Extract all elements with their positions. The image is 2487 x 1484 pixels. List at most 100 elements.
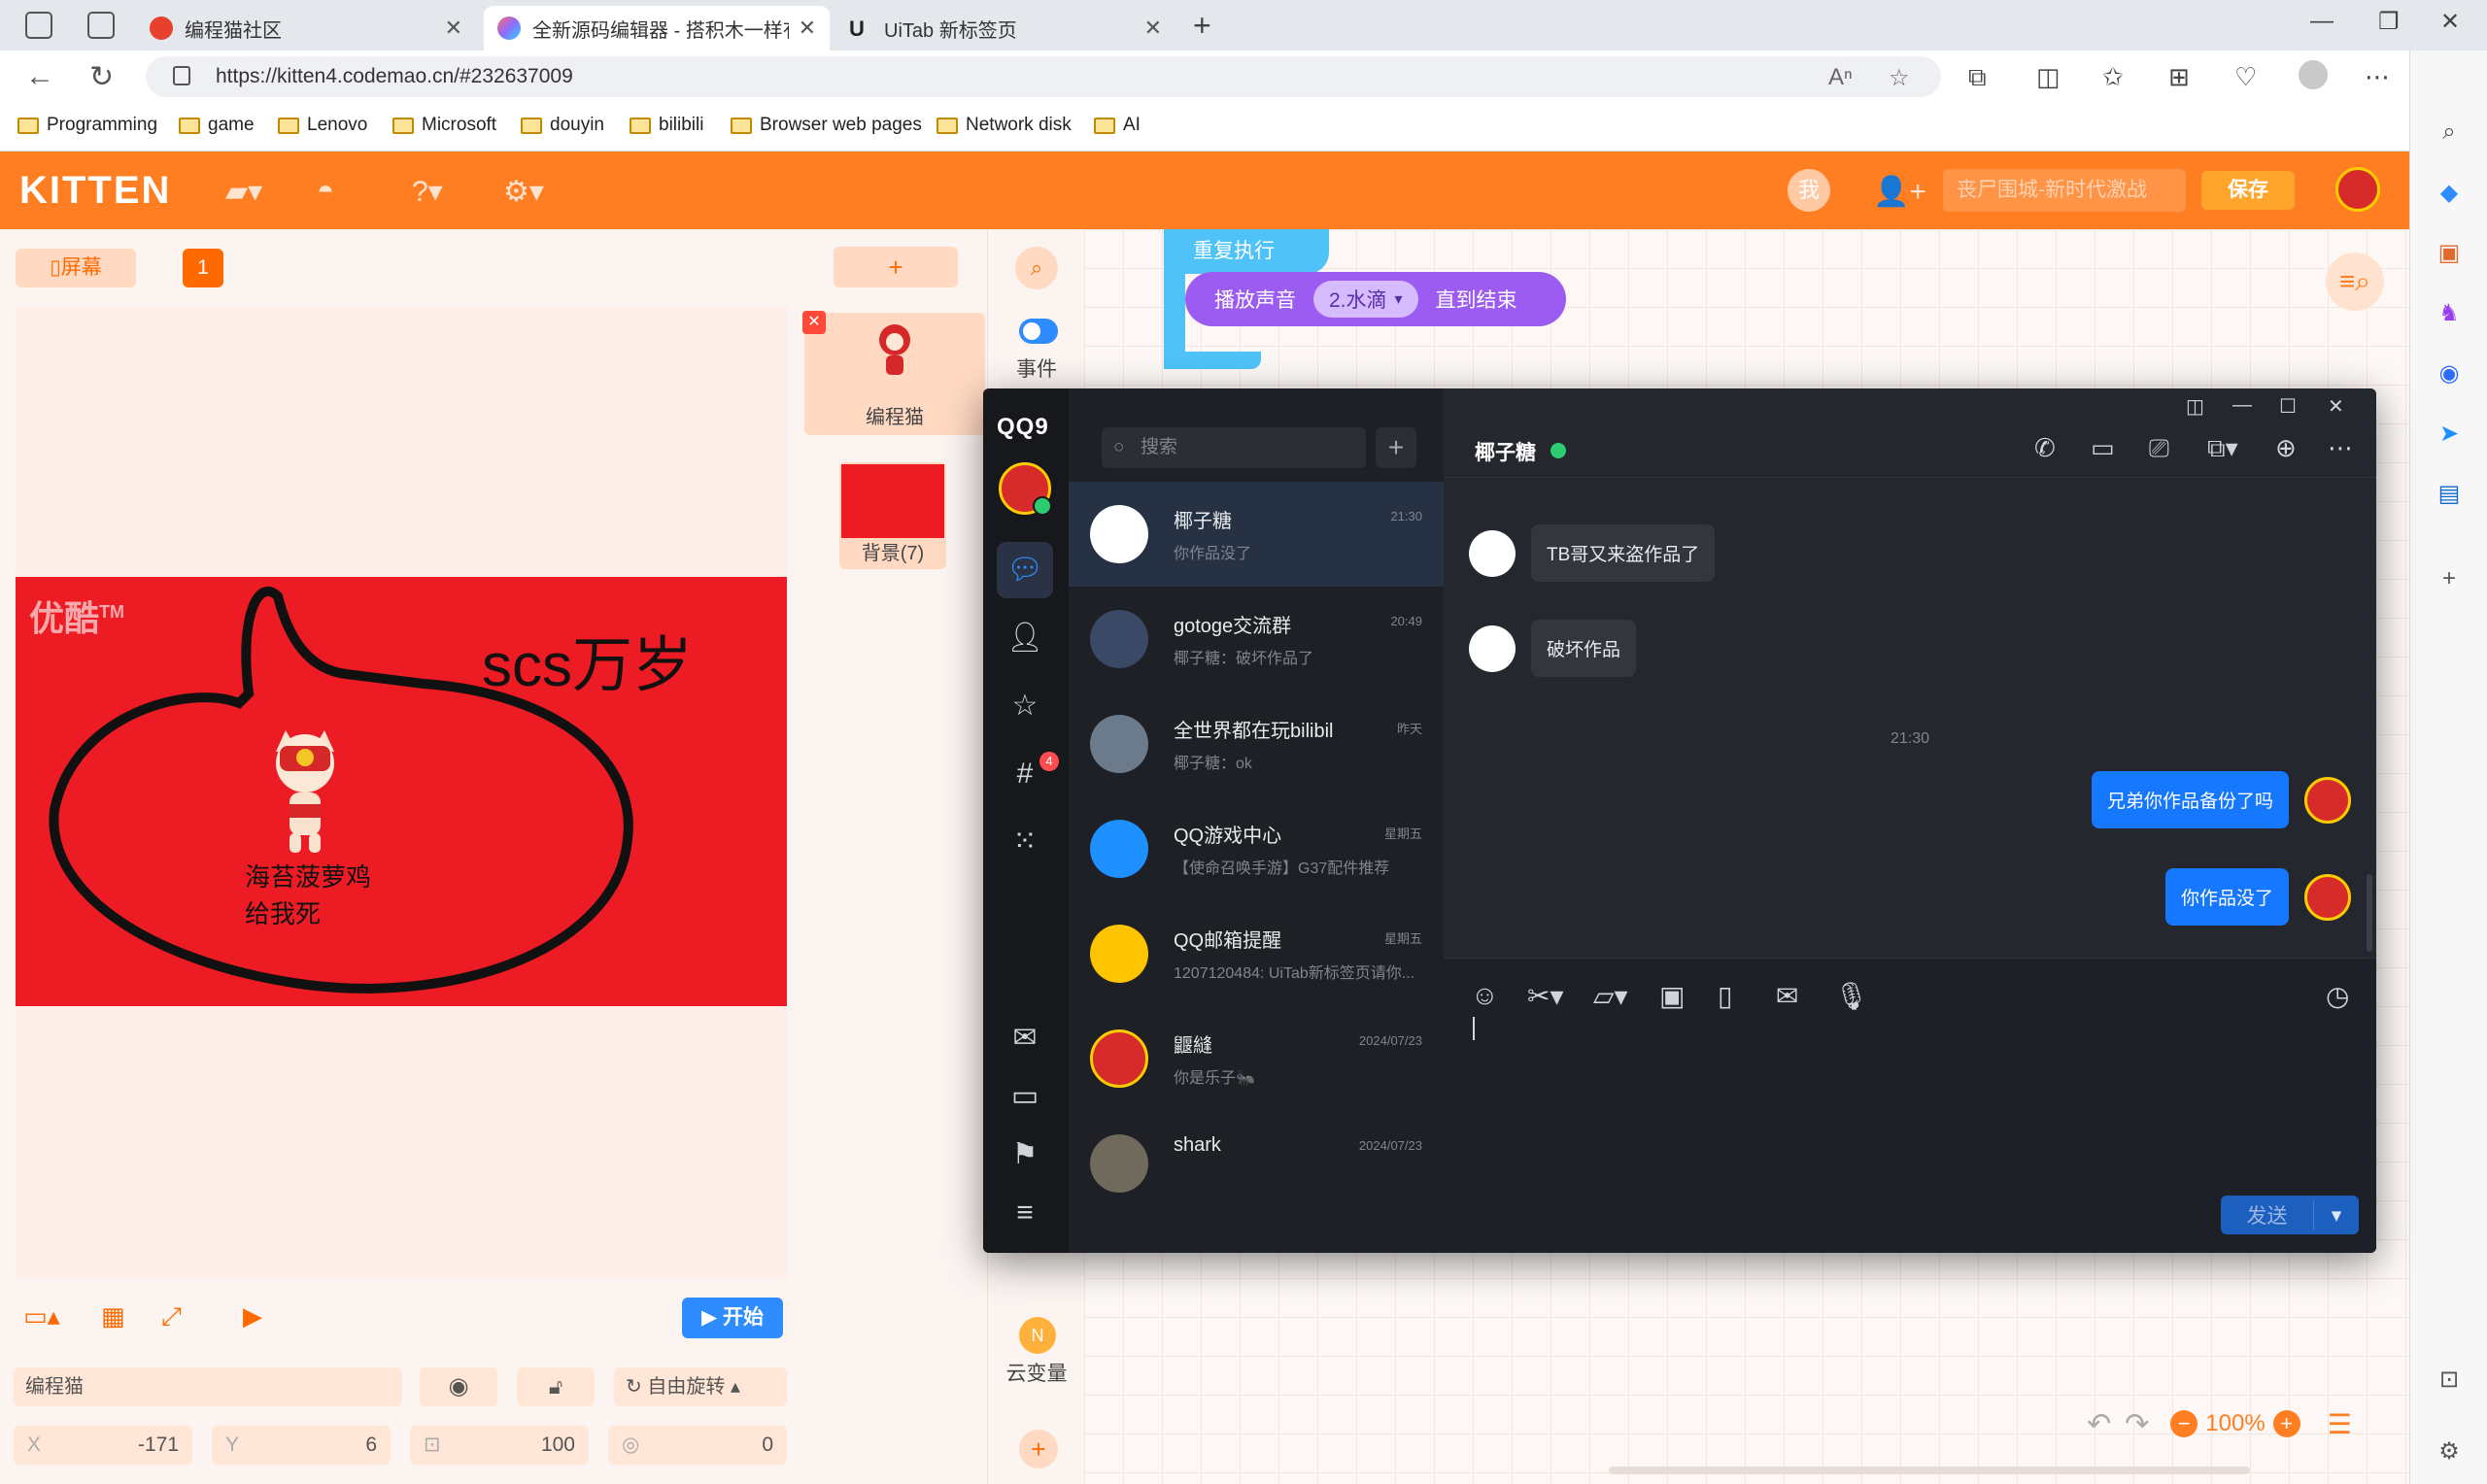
favorites-icon[interactable]: ✩	[2102, 62, 2124, 92]
lock-sprite-icon[interactable]: 🔓︎	[517, 1367, 595, 1406]
scene-number-badge[interactable]: 1	[183, 249, 223, 287]
folder-icon[interactable]: ▭	[997, 1068, 1053, 1125]
file-menu-icon[interactable]: ▰▾	[225, 175, 262, 209]
canvas-horizontal-scrollbar[interactable]	[1609, 1467, 2250, 1474]
screen-button[interactable]: ▯屏幕	[16, 249, 136, 287]
block-search-fab-icon[interactable]: ≡⌕	[2326, 253, 2384, 311]
bookmark-ai[interactable]: AI	[1094, 115, 1141, 136]
category-cloud-variable[interactable]: 云变量	[988, 1358, 1085, 1387]
add-sprite-button[interactable]: +	[834, 247, 958, 287]
remote-assist-icon[interactable]: ⧉▾	[2207, 433, 2238, 464]
zoom-out-button[interactable]: −	[2170, 1410, 2198, 1437]
bookmark-icon[interactable]: ⚑	[997, 1127, 1053, 1183]
redo-icon[interactable]: ↷	[2125, 1407, 2149, 1441]
conversation-item[interactable]: 全世界都在玩bilibil 昨天 椰子糖：ok	[1069, 691, 1444, 796]
conversation-item[interactable]: gotoge交流群 20:49 椰子糖：破坏作品了	[1069, 587, 1444, 691]
restore-icon[interactable]: ❐	[2378, 8, 2400, 36]
back-icon[interactable]: ←	[25, 60, 54, 93]
add-collaborator-icon[interactable]: 👤+	[1873, 175, 1926, 209]
x-field[interactable]: X -171	[14, 1426, 192, 1465]
address-input[interactable]: https://kitten4.codemao.cn/#232637009 Aⁿ…	[146, 56, 1941, 97]
workspaces-icon[interactable]	[25, 12, 52, 39]
microphone-icon[interactable]: 🎙︎	[1834, 980, 1869, 1012]
profile-avatar[interactable]	[2299, 60, 2328, 89]
message-bubble[interactable]: 兄弟你作品备份了吗	[2091, 771, 2289, 828]
message-bubble[interactable]: 你作品没了	[2164, 868, 2289, 926]
bookmark-browser-web-pages[interactable]: Browser web pages	[731, 115, 922, 136]
play-sound-block[interactable]: 播放声音 2.水滴 ▾ 直到结束	[1185, 272, 1566, 326]
save-button[interactable]: 保存	[2201, 171, 2295, 210]
conversation-item[interactable]: 鼴縫 2024/07/23 你是乐子🐜	[1069, 1006, 1444, 1111]
stage-size-icon[interactable]: ▭▴	[23, 1301, 60, 1332]
direction-field[interactable]: ◎ 0	[608, 1426, 787, 1465]
read-aloud-icon[interactable]: Aⁿ	[1828, 64, 1853, 91]
sprite-name-input[interactable]: 编程猫	[14, 1367, 402, 1406]
conversation-item[interactable]: shark 2024/07/23	[1069, 1111, 1444, 1216]
message-bubble[interactable]: TB哥又来盗作品了	[1531, 524, 1716, 582]
apps-grid-icon[interactable]: ⁙	[997, 814, 1053, 870]
voice-call-icon[interactable]: ✆	[2034, 433, 2056, 463]
refresh-icon[interactable]: ↻	[89, 60, 114, 94]
close-tab-icon[interactable]: ✕	[1144, 16, 1162, 41]
minimize-icon[interactable]: —	[2310, 8, 2334, 35]
mail-icon[interactable]: ✉	[997, 1010, 1053, 1066]
settings-icon[interactable]: ⚙▾	[503, 175, 544, 209]
send-icon[interactable]: ➤	[2436, 420, 2463, 447]
search-icon[interactable]: ⌕	[2436, 118, 2463, 146]
delete-sprite-icon[interactable]: ✕	[802, 311, 826, 334]
browser-essentials-icon[interactable]: ♡	[2234, 62, 2257, 92]
my-avatar[interactable]	[2304, 776, 2351, 824]
tab-codemao-community[interactable]: 编程猫社区 ✕	[136, 6, 476, 51]
qq-add-button[interactable]: +	[1376, 427, 1416, 468]
menu-icon[interactable]: ≡	[997, 1185, 1053, 1241]
bookmark-douyin[interactable]: douyin	[521, 115, 604, 136]
settings-gear-icon[interactable]: ⚙	[2436, 1437, 2463, 1465]
contacts-icon[interactable]: 👤︎	[997, 610, 1053, 666]
red-packet-icon[interactable]: ✉	[1776, 980, 1798, 1012]
file-folder-icon[interactable]: ▱▾	[1593, 980, 1628, 1012]
codemao-cat-sprite-icon[interactable]	[256, 723, 354, 859]
fullscreen-icon[interactable]: ⤢	[161, 1301, 182, 1332]
sprite-card-codemao[interactable]: ✕ 编程猫	[802, 311, 985, 435]
add-sidebar-icon[interactable]: +	[2436, 565, 2463, 592]
close-tab-icon[interactable]: ✕	[799, 16, 816, 41]
qq-maximize-icon[interactable]: ☐	[2279, 394, 2297, 419]
tools-icon[interactable]: ▣	[2436, 239, 2463, 266]
capture-icon[interactable]: ⊡	[2436, 1366, 2463, 1393]
qq-search-input[interactable]: 搜索	[1102, 427, 1366, 468]
qq-minimize-icon[interactable]: —	[2232, 394, 2252, 417]
new-tab-icon[interactable]: +	[1193, 8, 1211, 44]
image-icon[interactable]: ▣	[1659, 980, 1685, 1012]
chat-scrollbar[interactable]	[2367, 874, 2372, 952]
bookmark-game[interactable]: game	[179, 115, 255, 136]
tab-kitten-editor[interactable]: 全新源码编辑器 - 搭积木一样有趣 ✕	[484, 6, 830, 51]
kitten-logo[interactable]: KITTEN	[19, 169, 171, 213]
my-profile-badge[interactable]: 我	[1788, 169, 1830, 212]
messages-icon[interactable]: 💬︎	[997, 542, 1053, 598]
rotation-mode-select[interactable]: ↻ 自由旋转 ▴	[614, 1367, 787, 1406]
block-search-icon[interactable]: ⌕	[1015, 247, 1058, 289]
help-icon[interactable]: ?▾	[412, 175, 443, 209]
bookmark-bilibili[interactable]: bilibili	[630, 115, 703, 136]
tab-actions-icon[interactable]	[87, 12, 115, 39]
send-button[interactable]: 发送 ▾	[2221, 1196, 2359, 1234]
split-screen-icon[interactable]: ◫	[2036, 62, 2061, 92]
pin-window-icon[interactable]: ◫	[2186, 394, 2204, 419]
start-button[interactable]: ▶ 开始	[682, 1298, 783, 1338]
add-extension-button[interactable]: +	[1019, 1430, 1058, 1468]
size-field[interactable]: ⊡ 100	[410, 1426, 589, 1465]
tab-uitab[interactable]: U UiTab 新标签页 ✕	[835, 6, 1175, 51]
cloud-variable-icon[interactable]: N	[1019, 1317, 1056, 1354]
arrange-blocks-icon[interactable]: ☰	[2328, 1408, 2352, 1440]
undo-icon[interactable]: ↶	[2087, 1407, 2111, 1441]
favorite-star-icon[interactable]: ☆	[1889, 64, 1910, 92]
conversation-item[interactable]: QQ邮箱提醒 星期五 1207120484: UiTab新标签页请你...	[1069, 901, 1444, 1006]
shake-icon[interactable]: ▯	[1718, 980, 1732, 1012]
close-tab-icon[interactable]: ✕	[445, 16, 462, 41]
more-menu-icon[interactable]: ⋯	[2365, 62, 2390, 92]
bookmark-programming[interactable]: Programming	[17, 115, 157, 136]
screenshot-scissors-icon[interactable]: ✂▾	[1527, 980, 1564, 1012]
games-icon[interactable]: ♞	[2436, 299, 2463, 326]
bookmark-lenovo[interactable]: Lenovo	[278, 115, 367, 136]
visibility-eye-icon[interactable]: ◉	[420, 1367, 497, 1406]
